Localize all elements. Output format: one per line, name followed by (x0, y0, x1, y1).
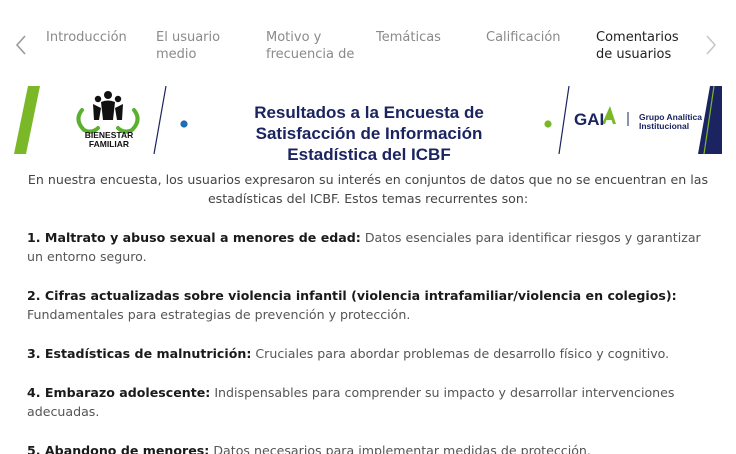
item-title: 3. Estadísticas de malnutrición: (27, 346, 252, 361)
item-title: 5. Abandono de menores: (27, 443, 210, 454)
tab-usuario-medio[interactable]: El usuario medio (156, 29, 236, 63)
tab-comentarios-usuarios[interactable]: Comentarios de usuarios (596, 29, 694, 63)
tab-calificacion[interactable]: Calificación (486, 29, 576, 46)
item-title: 4. Embarazo adolescente: (27, 385, 211, 400)
tab-tematicas[interactable]: Temáticas (376, 29, 466, 46)
chevron-right-icon[interactable] (704, 34, 718, 56)
gai-logo-subtitle: Grupo Analítica Institucional (639, 112, 702, 131)
tab-introduccion[interactable]: Introducción (46, 29, 146, 46)
intro-paragraph: En nuestra encuesta, los usuarios expres… (27, 172, 709, 206)
list-item: 4. Embarazo adolescente: Indispensables … (27, 383, 717, 421)
item-text: Datos necesarios para implementar medida… (209, 443, 591, 454)
list-item: 1. Maltrato y abuso sexual a menores de … (27, 228, 717, 266)
chevron-left-icon[interactable] (14, 34, 28, 56)
bienestar-logo-text: BIENESTAR FAMILIAR (84, 130, 134, 149)
list-item: 2. Cifras actualizadas sobre violencia i… (27, 286, 717, 324)
gai-logo-text: GAI (574, 110, 605, 129)
item-title: 2. Cifras actualizadas sobre violencia i… (27, 288, 677, 303)
item-text: Cruciales para abordar problemas de desa… (251, 346, 670, 361)
list-item: 5. Abandono de menores: Datos necesarios… (27, 441, 717, 454)
item-text: Fundamentales para estrategias de preven… (27, 307, 411, 322)
gai-logo-icon (602, 106, 629, 126)
banner-title: Resultados a la Encuesta de Satisfacción… (254, 103, 484, 164)
tab-motivo-frecuencia[interactable]: Motivo y frecuencia de (266, 29, 362, 63)
survey-banner: BIENESTAR FAMILIAR Resultados a la Encue… (14, 86, 722, 164)
list-item: 3. Estadísticas de malnutrición: Crucial… (27, 344, 717, 363)
tab-bar: Introducción El usuario medio Motivo y f… (0, 0, 736, 86)
bienestar-logo-icon (76, 91, 140, 134)
item-title: 1. Maltrato y abuso sexual a menores de … (27, 230, 361, 245)
